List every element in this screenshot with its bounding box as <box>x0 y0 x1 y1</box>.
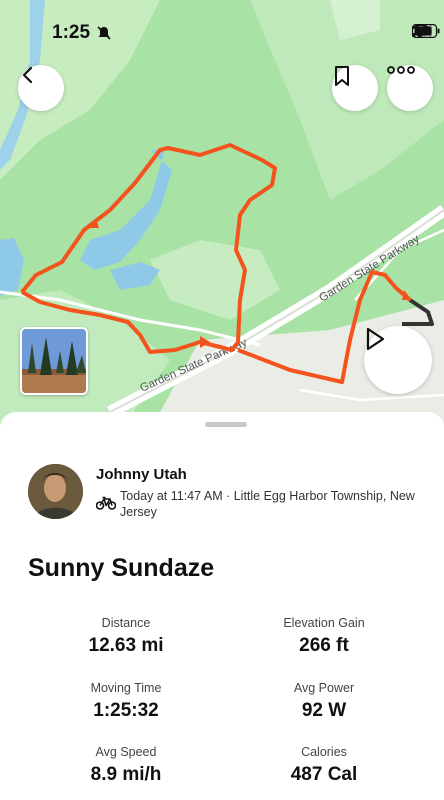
more-icon <box>387 66 415 74</box>
stat-label: Avg Speed <box>95 745 157 759</box>
stat-label: Avg Power <box>293 681 355 695</box>
save-route-button[interactable] <box>332 65 378 111</box>
chevron-left-icon <box>22 66 33 84</box>
back-button[interactable] <box>18 65 64 111</box>
stat-distance: Distance 12.63 mi <box>26 616 226 657</box>
activity-photo-thumbnail[interactable] <box>20 327 88 395</box>
route-map[interactable]: Garden State Parkway Garden State Parkwa… <box>0 0 444 430</box>
avatar-image <box>28 464 83 519</box>
stat-avg-power: Avg Power 92 W <box>224 681 424 722</box>
flyover-play-button[interactable] <box>364 326 432 394</box>
athlete-name[interactable]: Johnny Utah <box>96 466 187 483</box>
stat-value: 92 W <box>301 700 347 721</box>
activity-title: Sunny Sundaze <box>28 554 215 582</box>
stat-value: 487 Cal <box>290 764 358 785</box>
sheet-drag-handle[interactable] <box>205 422 247 427</box>
bike-icon <box>96 496 116 510</box>
stat-moving-time: Moving Time 1:25:32 <box>26 681 226 722</box>
stat-value: 266 ft <box>299 635 349 656</box>
more-options-button[interactable] <box>387 65 433 111</box>
stat-label: Moving Time <box>90 681 162 695</box>
avatar[interactable] <box>28 464 83 519</box>
bookmark-icon <box>335 66 349 86</box>
stat-value: 12.63 mi <box>88 635 164 656</box>
stat-label: Calories <box>301 745 347 759</box>
photo-image <box>22 329 86 393</box>
stat-avg-speed: Avg Speed 8.9 mi/h <box>26 745 226 786</box>
stat-label: Distance <box>101 616 151 630</box>
battery-icon <box>412 24 440 38</box>
stat-calories: Calories 487 Cal <box>224 745 424 786</box>
status-time: 1:25 <box>52 22 91 43</box>
stat-elevation-gain: Elevation Gain 266 ft <box>224 616 424 657</box>
stat-label: Elevation Gain <box>283 616 365 630</box>
stat-value: 1:25:32 <box>93 700 159 721</box>
activity-meta: Today at 11:47 AM · Little Egg Harbor To… <box>120 489 415 519</box>
activity-details-sheet: Johnny Utah Today at 11:47 AM · Little E… <box>0 412 444 800</box>
bell-slash-icon <box>97 26 111 40</box>
stat-value: 8.9 mi/h <box>90 764 162 785</box>
status-bar: 1:25 <box>0 22 444 46</box>
play-icon <box>366 327 385 351</box>
